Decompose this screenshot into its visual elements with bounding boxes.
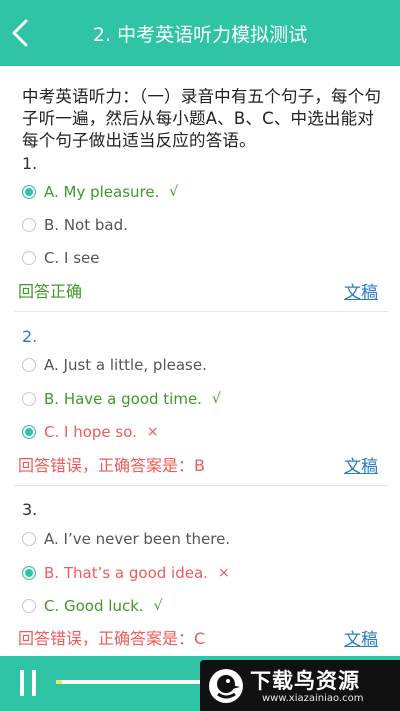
question-2-option-c[interactable]: C. I hope so. × [22, 420, 159, 444]
option-label: A. Just a little, please. [44, 356, 207, 374]
bird-logo-icon [209, 669, 243, 703]
pause-icon [20, 670, 24, 696]
question-1-result: 回答正确 [18, 282, 83, 301]
question-2-number: 2. [22, 327, 38, 346]
option-label: C. I see [44, 249, 100, 267]
watermark-text: 下载鸟资源 [250, 669, 360, 693]
instructions-text: 中考英语听力：（一）录音中有五个句子，每个句子听一遍，然后从每小题A、B、C、中… [22, 87, 382, 150]
question-2-option-b[interactable]: B. Have a good time. √ [22, 387, 221, 411]
divider [14, 485, 388, 486]
question-3-number: 3. [22, 500, 38, 519]
radio-checked[interactable] [22, 425, 36, 439]
correct-mark: √ [169, 184, 179, 200]
wrong-mark: × [217, 565, 230, 581]
question-1-option-b[interactable]: B. Not bad. [22, 213, 128, 237]
option-label: A. I’ve never been there. [44, 530, 231, 548]
question-2-result: 回答错误，正确答案是：B [18, 456, 205, 475]
radio-unchecked[interactable] [22, 392, 36, 406]
pause-button[interactable] [18, 670, 40, 696]
question-1-number: 1. [22, 154, 38, 173]
radio-checked[interactable] [22, 185, 36, 199]
option-label: A. My pleasure. [44, 183, 160, 201]
option-label: B. That’s a good idea. [44, 564, 208, 582]
question-1-transcript-link[interactable]: 文稿 [344, 278, 378, 303]
question-2-option-a[interactable]: A. Just a little, please. [22, 353, 207, 377]
watermark-badge: 下载鸟资源 www.xiazainiao.com [200, 660, 400, 711]
question-3-option-c[interactable]: C. Good luck. √ [22, 594, 163, 618]
progress-fill [56, 680, 63, 684]
watermark-url: www.xiazainiao.com [262, 693, 364, 704]
option-label: C. I hope so. [44, 423, 137, 441]
page-title: 2. 中考英语听力模拟测试 [92, 24, 308, 46]
question-3-transcript-link[interactable]: 文稿 [344, 625, 378, 650]
question-3-option-b[interactable]: B. That’s a good idea. × [22, 561, 230, 585]
radio-unchecked[interactable] [22, 251, 36, 265]
question-1-option-c[interactable]: C. I see [22, 246, 99, 270]
correct-mark: √ [211, 391, 221, 407]
radio-checked[interactable] [22, 566, 36, 580]
radio-unchecked[interactable] [22, 218, 36, 232]
radio-unchecked[interactable] [22, 532, 36, 546]
app-header: 2. 中考英语听力模拟测试 [0, 0, 400, 66]
option-label: B. Have a good time. [44, 390, 202, 408]
divider [14, 311, 388, 312]
question-3-option-a[interactable]: A. I’ve never been there. [22, 527, 230, 551]
radio-unchecked[interactable] [22, 358, 36, 372]
question-1-option-a[interactable]: A. My pleasure. √ [22, 180, 178, 204]
correct-mark: √ [153, 598, 163, 614]
question-3-result: 回答错误，正确答案是：C [18, 629, 206, 648]
option-label: C. Good luck. [44, 597, 144, 615]
radio-unchecked[interactable] [22, 599, 36, 613]
option-label: B. Not bad. [44, 216, 128, 234]
pause-icon [32, 670, 36, 696]
progress-slider[interactable] [56, 680, 216, 684]
wrong-mark: × [146, 424, 159, 440]
question-2-transcript-link[interactable]: 文稿 [344, 452, 378, 477]
